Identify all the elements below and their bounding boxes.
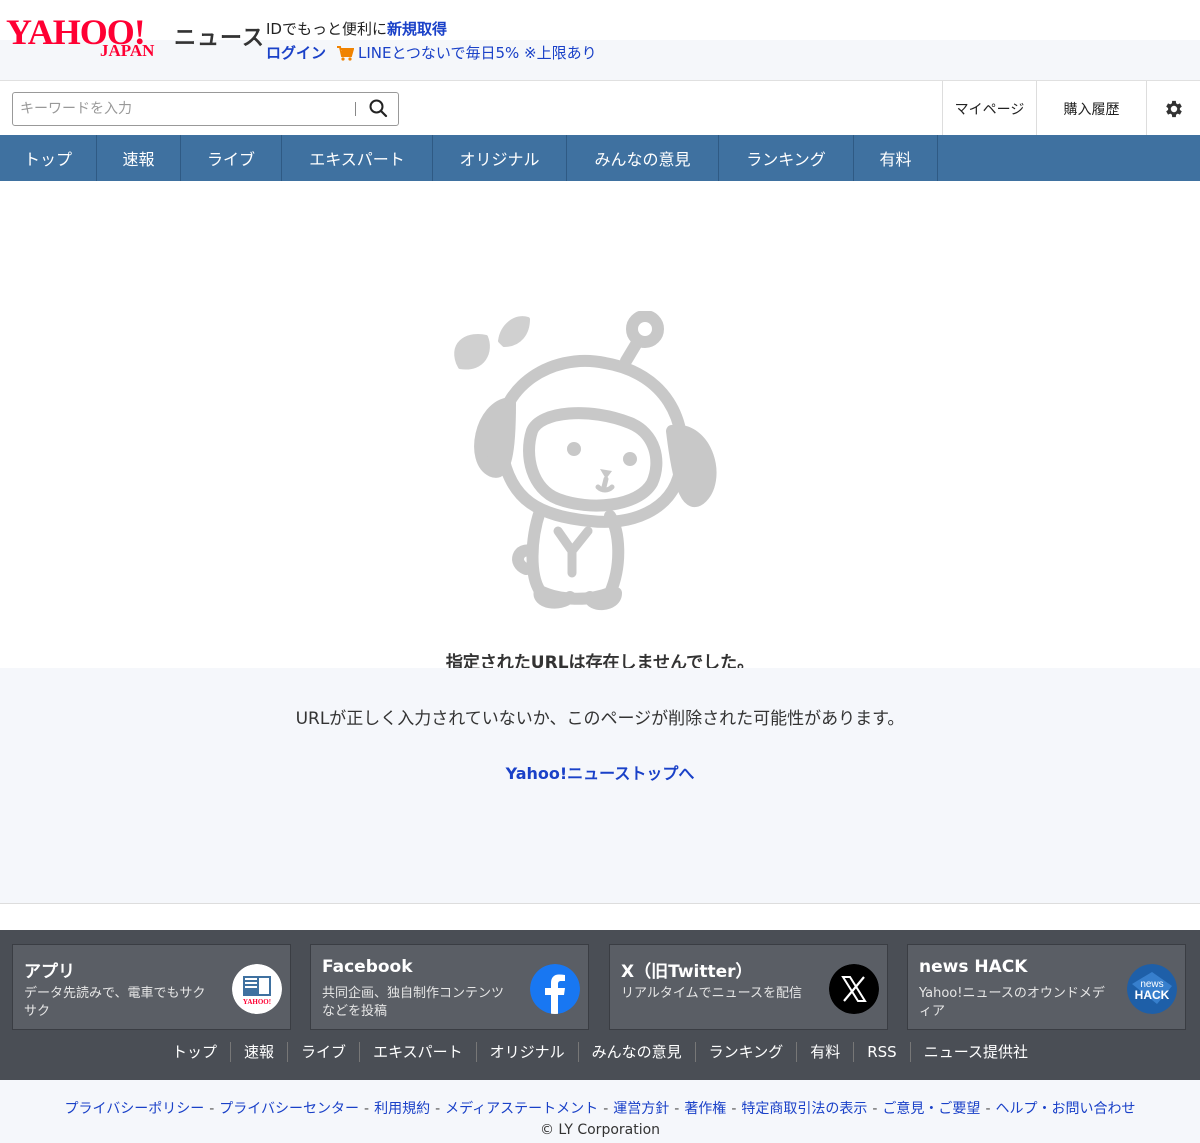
legal-links: プライバシーポリシー - プライバシーセンター - 利用規約 - メディアステートメント - 運…	[0, 1098, 1200, 1118]
top-links: マイページ 購入履歴	[942, 81, 1200, 136]
copyright-text: © LY Corporation	[539, 1122, 661, 1138]
promo-card-x[interactable]: X（旧Twitter） リアルタイムでニュースを配信	[609, 944, 888, 1030]
promo-card-facebook[interactable]: Facebook 共同企画、独自制作コンテンツなどを投稿	[310, 944, 589, 1030]
legal-separator: -	[364, 1101, 370, 1117]
masthead: YAHOO! JAPAN ニュース IDでもっと便利に新規取得 ログイン LIN…	[0, 0, 1200, 80]
mypage-link[interactable]: マイページ	[942, 81, 1036, 136]
commercial-law-link[interactable]: 特定商取引法の表示	[741, 1101, 867, 1117]
line-promo-link[interactable]: LINEとつないで毎日5% ※上限あり	[336, 42, 597, 63]
search-separator	[355, 102, 356, 116]
nav-item-paid[interactable]: 有料	[854, 135, 938, 181]
error-area: 指定されたURLは存在しませんでした。	[0, 181, 1200, 673]
footer-nav-rss[interactable]: RSS	[853, 1042, 909, 1062]
promo-card-news-hack[interactable]: news HACK Yahoo!ニュースのオウンドメディア news HACK	[907, 944, 1186, 1030]
search-button[interactable]	[363, 95, 393, 123]
legal-separator: -	[674, 1101, 680, 1117]
logo-japan-text: JAPAN	[100, 41, 155, 60]
footer-nav-top[interactable]: トップ	[159, 1042, 230, 1062]
legal-separator: -	[872, 1101, 878, 1117]
error-description: URLが正しく入力されていないか、このページが削除された可能性があります。	[295, 709, 905, 729]
footer-legal: プライバシーポリシー - プライバシーセンター - 利用規約 - メディアステートメント - 運…	[0, 1080, 1200, 1143]
nav-item-breaking[interactable]: 速報	[97, 135, 181, 181]
promo-desc-facebook: 共同企画、独自制作コンテンツなどを投稿	[322, 986, 505, 1019]
line-promo-text: LINEとつないで毎日5% ※上限あり	[358, 44, 597, 62]
terms-link[interactable]: 利用規約	[374, 1101, 430, 1117]
copyright-link[interactable]: 著作権	[684, 1101, 726, 1117]
id-promo-text: IDでもっと便利に	[266, 20, 387, 38]
search-input[interactable]	[13, 93, 355, 125]
nav-item-live[interactable]: ライブ	[181, 135, 282, 181]
promo-desc-x: リアルタイムでニュースを配信	[621, 986, 802, 1001]
gear-icon	[1165, 100, 1182, 117]
toolbar: マイページ 購入履歴	[0, 80, 1200, 136]
facebook-icon	[530, 964, 580, 1014]
app-icon: YAHOO!	[232, 964, 282, 1014]
news-hack-icon-text-bottom: HACK	[1135, 988, 1170, 1002]
app-icon-logo-text: YAHOO!	[243, 998, 271, 1006]
footer-nav-ranking[interactable]: ランキング	[694, 1042, 797, 1062]
footer-nav-opinion[interactable]: みんなの意見	[577, 1042, 695, 1062]
login-row: ログイン LINEとつないで毎日5% ※上限あり	[266, 42, 597, 63]
footer-nav-live[interactable]: ライブ	[287, 1042, 359, 1062]
promo-title-facebook: Facebook	[322, 957, 413, 977]
search-icon	[369, 99, 388, 117]
service-name-link[interactable]: ニュース	[174, 20, 265, 52]
promo-title-news-hack: news HACK	[919, 957, 1028, 977]
global-nav: トップ 速報 ライブ エキスパート オリジナル みんなの意見 ランキング 有料	[0, 135, 1200, 181]
footer-nav-providers[interactable]: ニュース提供社	[909, 1042, 1041, 1062]
legal-separator: -	[435, 1101, 441, 1117]
privacy-center-link[interactable]: プライバシーセンター	[219, 1101, 359, 1117]
media-statement-link[interactable]: メディアステートメント	[445, 1101, 598, 1117]
cart-icon	[337, 45, 355, 61]
legal-separator: -	[731, 1101, 737, 1117]
operation-policy-link[interactable]: 運営方針	[613, 1101, 669, 1117]
footer-nav-paid[interactable]: 有料	[796, 1042, 853, 1062]
nav-item-expert[interactable]: エキスパート	[282, 135, 433, 181]
nav-item-ranking[interactable]: ランキング	[719, 135, 854, 181]
promo-desc-news-hack: Yahoo!ニュースのオウンドメディア	[919, 986, 1105, 1019]
promo-card-app[interactable]: アプリ データ先読みで、電車でもサクサク YAHOO!	[12, 944, 291, 1030]
footer-nav-original[interactable]: オリジナル	[475, 1042, 578, 1062]
purchase-history-link[interactable]: 購入履歴	[1036, 81, 1146, 136]
help-contact-link[interactable]: ヘルプ・お問い合わせ	[996, 1101, 1136, 1117]
footer-promo-area: アプリ データ先読みで、電車でもサクサク YAHOO! Facebook 共同企…	[0, 930, 1200, 1080]
feedback-link[interactable]: ご意見・ご要望	[882, 1101, 980, 1117]
return-to-top-link[interactable]: Yahoo!ニューストップへ	[0, 760, 1200, 784]
promo-title-x: X（旧Twitter）	[621, 962, 753, 982]
footer-nav-breaking[interactable]: 速報	[230, 1042, 287, 1062]
sweating-mascot-illustration	[454, 311, 717, 610]
news-hack-icon: news HACK	[1127, 964, 1177, 1014]
privacy-policy-link[interactable]: プライバシーポリシー	[65, 1101, 205, 1117]
search-box	[12, 92, 399, 126]
error-description-area: URLが正しく入力されていないか、このページが削除された可能性があります。 Ya…	[0, 668, 1200, 904]
x-icon	[829, 964, 879, 1014]
nav-item-top[interactable]: トップ	[0, 135, 97, 181]
login-link[interactable]: ログイン	[266, 42, 326, 63]
nav-item-opinion[interactable]: みんなの意見	[567, 135, 719, 181]
legal-separator: -	[603, 1101, 609, 1117]
yahoo-japan-logo[interactable]: YAHOO! JAPAN	[6, 14, 168, 62]
settings-button[interactable]	[1146, 81, 1200, 136]
signup-link[interactable]: 新規取得	[387, 20, 447, 38]
legal-separator: -	[209, 1101, 215, 1117]
id-promo: IDでもっと便利に新規取得	[266, 18, 447, 39]
promo-desc-app: データ先読みで、電車でもサクサク	[24, 986, 206, 1019]
legal-separator: -	[985, 1101, 991, 1117]
footer-nav: トップ 速報 ライブ エキスパート オリジナル みんなの意見 ランキング 有料 …	[0, 1042, 1200, 1062]
footer-nav-expert[interactable]: エキスパート	[359, 1042, 476, 1062]
promo-title-app: アプリ	[24, 962, 75, 982]
nav-item-original[interactable]: オリジナル	[433, 135, 567, 181]
